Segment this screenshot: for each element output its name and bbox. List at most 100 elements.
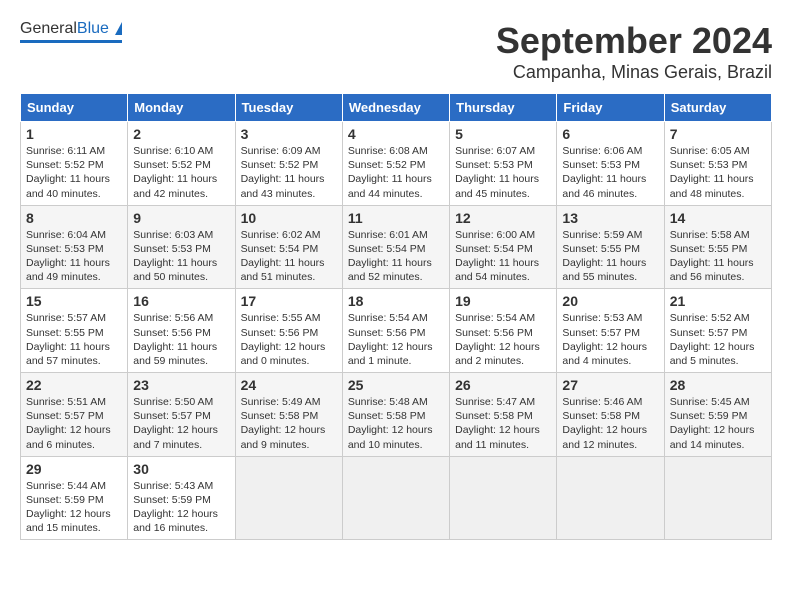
- calendar-day-cell: 20 Sunrise: 5:53 AMSunset: 5:57 PMDayligh…: [557, 289, 664, 373]
- day-number: 20: [562, 293, 658, 309]
- day-number: 1: [26, 126, 122, 142]
- calendar-day-cell: 25 Sunrise: 5:48 AMSunset: 5:58 PMDayligh…: [342, 373, 449, 457]
- day-number: 26: [455, 377, 551, 393]
- calendar-day-cell: [557, 456, 664, 540]
- day-number: 27: [562, 377, 658, 393]
- day-number: 18: [348, 293, 444, 309]
- day-number: 30: [133, 461, 229, 477]
- day-details: Sunrise: 6:02 AMSunset: 5:54 PMDaylight:…: [241, 229, 325, 284]
- logo-blue-text: Blue: [77, 20, 109, 37]
- calendar-day-cell: 21Sunrise: 5:52 AMSunset: 5:57 PMDayligh…: [664, 289, 771, 373]
- day-number: 28: [670, 377, 766, 393]
- day-number: 24: [241, 377, 337, 393]
- day-number: 11: [348, 210, 444, 226]
- calendar-day-cell: [664, 456, 771, 540]
- day-number: 17: [241, 293, 337, 309]
- calendar-day-cell: [235, 456, 342, 540]
- day-number: 16: [133, 293, 229, 309]
- day-details: Sunrise: 6:08 AMSunset: 5:52 PMDaylight:…: [348, 145, 432, 200]
- logo: GeneralBlue: [20, 20, 122, 43]
- day-details: Sunrise: 6:10 AMSunset: 5:52 PMDaylight:…: [133, 145, 217, 200]
- calendar-week-row: 1 Sunrise: 6:11 AMSunset: 5:52 PMDaylight…: [21, 122, 772, 206]
- calendar-table: SundayMondayTuesdayWednesdayThursdayFrid…: [20, 93, 772, 540]
- day-details: Sunrise: 5:45 AMSunset: 5:59 PMDaylight:…: [670, 396, 755, 451]
- day-number: 2: [133, 126, 229, 142]
- day-number: 4: [348, 126, 444, 142]
- calendar-day-cell: 9 Sunrise: 6:03 AMSunset: 5:53 PMDaylight…: [128, 205, 235, 289]
- calendar-day-cell: 23Sunrise: 5:50 AMSunset: 5:57 PMDayligh…: [128, 373, 235, 457]
- calendar-day-cell: 15 Sunrise: 5:57 AMSunset: 5:55 PMDayligh…: [21, 289, 128, 373]
- day-number: 5: [455, 126, 551, 142]
- day-details: Sunrise: 5:52 AMSunset: 5:57 PMDaylight:…: [670, 312, 755, 367]
- day-details: Sunrise: 6:11 AMSunset: 5:52 PMDaylight:…: [26, 145, 110, 200]
- calendar-day-cell: 4 Sunrise: 6:08 AMSunset: 5:52 PMDaylight…: [342, 122, 449, 206]
- day-details: Sunrise: 6:01 AMSunset: 5:54 PMDaylight:…: [348, 229, 432, 284]
- weekday-header-cell: Thursday: [450, 94, 557, 122]
- day-number: 13: [562, 210, 658, 226]
- weekday-header-cell: Monday: [128, 94, 235, 122]
- day-details: Sunrise: 5:49 AMSunset: 5:58 PMDaylight:…: [241, 396, 326, 451]
- day-details: Sunrise: 5:55 AMSunset: 5:56 PMDaylight:…: [241, 312, 326, 367]
- day-number: 3: [241, 126, 337, 142]
- weekday-header-row: SundayMondayTuesdayWednesdayThursdayFrid…: [21, 94, 772, 122]
- calendar-day-cell: 18 Sunrise: 5:54 AMSunset: 5:56 PMDayligh…: [342, 289, 449, 373]
- day-details: Sunrise: 5:46 AMSunset: 5:58 PMDaylight:…: [562, 396, 647, 451]
- day-number: 19: [455, 293, 551, 309]
- calendar-day-cell: 1 Sunrise: 6:11 AMSunset: 5:52 PMDaylight…: [21, 122, 128, 206]
- day-details: Sunrise: 5:51 AMSunset: 5:57 PMDaylight:…: [26, 396, 111, 451]
- day-number: 6: [562, 126, 658, 142]
- day-number: 9: [133, 210, 229, 226]
- day-number: 15: [26, 293, 122, 309]
- day-number: 8: [26, 210, 122, 226]
- day-details: Sunrise: 6:06 AMSunset: 5:53 PMDaylight:…: [562, 145, 646, 200]
- calendar-week-row: 8 Sunrise: 6:04 AMSunset: 5:53 PMDaylight…: [21, 205, 772, 289]
- calendar-week-row: 29 Sunrise: 5:44 AMSunset: 5:59 PMDayligh…: [21, 456, 772, 540]
- calendar-day-cell: 5 Sunrise: 6:07 AMSunset: 5:53 PMDaylight…: [450, 122, 557, 206]
- month-title: September 2024: [496, 20, 772, 62]
- day-details: Sunrise: 6:09 AMSunset: 5:52 PMDaylight:…: [241, 145, 325, 200]
- calendar-day-cell: 29 Sunrise: 5:44 AMSunset: 5:59 PMDayligh…: [21, 456, 128, 540]
- day-details: Sunrise: 6:00 AMSunset: 5:54 PMDaylight:…: [455, 229, 539, 284]
- calendar-day-cell: 22 Sunrise: 5:51 AMSunset: 5:57 PMDayligh…: [21, 373, 128, 457]
- day-number: 29: [26, 461, 122, 477]
- day-details: Sunrise: 5:47 AMSunset: 5:58 PMDaylight:…: [455, 396, 540, 451]
- calendar-day-cell: 30 Sunrise: 5:43 AMSunset: 5:59 PMDayligh…: [128, 456, 235, 540]
- logo-triangle-icon: [115, 22, 122, 35]
- day-number: 7: [670, 126, 766, 142]
- calendar-day-cell: 26 Sunrise: 5:47 AMSunset: 5:58 PMDayligh…: [450, 373, 557, 457]
- day-details: Sunrise: 5:58 AMSunset: 5:55 PMDaylight:…: [670, 229, 754, 284]
- calendar-day-cell: 16 Sunrise: 5:56 AMSunset: 5:56 PMDayligh…: [128, 289, 235, 373]
- day-details: Sunrise: 5:43 AMSunset: 5:59 PMDaylight:…: [133, 480, 218, 535]
- weekday-header-cell: Wednesday: [342, 94, 449, 122]
- day-number: 22: [26, 377, 122, 393]
- calendar-day-cell: 17 Sunrise: 5:55 AMSunset: 5:56 PMDayligh…: [235, 289, 342, 373]
- calendar-day-cell: 19Sunrise: 5:54 AMSunset: 5:56 PMDayligh…: [450, 289, 557, 373]
- day-details: Sunrise: 6:05 AMSunset: 5:53 PMDaylight:…: [670, 145, 754, 200]
- day-number: 10: [241, 210, 337, 226]
- logo-underline: [20, 40, 122, 43]
- calendar-day-cell: [450, 456, 557, 540]
- day-details: Sunrise: 5:57 AMSunset: 5:55 PMDaylight:…: [26, 312, 110, 367]
- calendar-day-cell: 3 Sunrise: 6:09 AMSunset: 5:52 PMDaylight…: [235, 122, 342, 206]
- day-details: Sunrise: 6:04 AMSunset: 5:53 PMDaylight:…: [26, 229, 110, 284]
- day-details: Sunrise: 5:50 AMSunset: 5:57 PMDaylight:…: [133, 396, 218, 451]
- weekday-header-cell: Sunday: [21, 94, 128, 122]
- calendar-day-cell: 13 Sunrise: 5:59 AMSunset: 5:55 PMDayligh…: [557, 205, 664, 289]
- logo-general-text: General: [20, 20, 77, 37]
- calendar-day-cell: 14Sunrise: 5:58 AMSunset: 5:55 PMDayligh…: [664, 205, 771, 289]
- calendar-day-cell: 11 Sunrise: 6:01 AMSunset: 5:54 PMDayligh…: [342, 205, 449, 289]
- day-details: Sunrise: 5:56 AMSunset: 5:56 PMDaylight:…: [133, 312, 217, 367]
- day-number: 25: [348, 377, 444, 393]
- day-details: Sunrise: 5:54 AMSunset: 5:56 PMDaylight:…: [348, 312, 433, 367]
- calendar-week-row: 15 Sunrise: 5:57 AMSunset: 5:55 PMDayligh…: [21, 289, 772, 373]
- day-details: Sunrise: 5:59 AMSunset: 5:55 PMDaylight:…: [562, 229, 646, 284]
- calendar-day-cell: 6 Sunrise: 6:06 AMSunset: 5:53 PMDaylight…: [557, 122, 664, 206]
- day-details: Sunrise: 6:03 AMSunset: 5:53 PMDaylight:…: [133, 229, 217, 284]
- calendar-body: 1 Sunrise: 6:11 AMSunset: 5:52 PMDaylight…: [21, 122, 772, 540]
- location-title: Campanha, Minas Gerais, Brazil: [496, 62, 772, 83]
- day-details: Sunrise: 5:53 AMSunset: 5:57 PMDaylight:…: [562, 312, 647, 367]
- day-details: Sunrise: 5:48 AMSunset: 5:58 PMDaylight:…: [348, 396, 433, 451]
- day-details: Sunrise: 5:44 AMSunset: 5:59 PMDaylight:…: [26, 480, 111, 535]
- day-details: Sunrise: 6:07 AMSunset: 5:53 PMDaylight:…: [455, 145, 539, 200]
- calendar-day-cell: 10 Sunrise: 6:02 AMSunset: 5:54 PMDayligh…: [235, 205, 342, 289]
